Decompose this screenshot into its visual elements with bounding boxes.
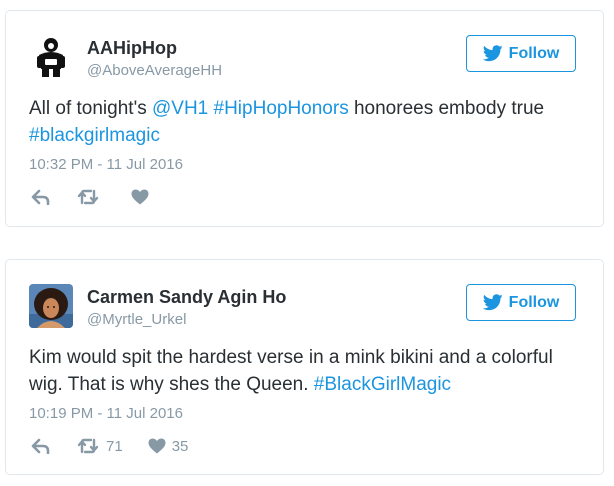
hashtag-link[interactable]: #HipHopHonors — [214, 98, 349, 119]
avatar[interactable] — [29, 284, 73, 328]
follow-label: Follow — [508, 44, 560, 62]
display-name[interactable]: AAHipHop — [87, 38, 177, 59]
like-count: 35 — [171, 437, 189, 455]
retweet-icon — [77, 438, 99, 454]
follow-button[interactable]: Follow — [466, 284, 576, 321]
twitter-bird-icon — [482, 45, 503, 62]
tweet-card: Carmen Sandy Agin Ho @Myrtle_Urkel Follo… — [5, 259, 604, 475]
username-handle[interactable]: @Myrtle_Urkel — [87, 311, 186, 328]
text-segment: Kim would spit the hardest verse in a mi… — [29, 347, 553, 395]
twitter-bird-icon — [482, 294, 503, 311]
reply-button[interactable] — [31, 438, 51, 454]
user-photo-icon — [29, 284, 73, 328]
text-segment: All of tonight's — [29, 98, 152, 119]
hashtag-link[interactable]: #BlackGirlMagic — [314, 374, 451, 395]
reply-icon — [31, 438, 50, 454]
mention-link[interactable]: @VH1 — [152, 98, 208, 119]
tweet-actions — [31, 187, 155, 207]
tweet-text: All of tonight's @VH1 #HipHopHonors hono… — [29, 95, 579, 149]
retweet-count: 71 — [106, 437, 123, 455]
follow-button[interactable]: Follow — [466, 35, 576, 72]
tweet-text: Kim would spit the hardest verse in a mi… — [29, 344, 579, 398]
tweet-card: AAHipHop @AboveAverageHH Follow All of t… — [5, 10, 604, 227]
heart-icon — [131, 189, 149, 205]
reply-icon — [31, 189, 50, 205]
heart-icon — [148, 438, 166, 454]
retweet-button[interactable]: 71 — [76, 438, 123, 455]
tweet-timestamp[interactable]: 10:19 PM - 11 Jul 2016 — [29, 405, 183, 422]
hashtag-link[interactable]: #blackgirlmagic — [29, 125, 160, 146]
like-button[interactable]: 35 — [148, 437, 189, 455]
avatar[interactable] — [29, 35, 73, 79]
gorilla-logo-icon — [29, 35, 73, 79]
retweet-icon — [77, 189, 99, 205]
display-name[interactable]: Carmen Sandy Agin Ho — [87, 287, 286, 308]
tweet-timestamp[interactable]: 10:32 PM - 11 Jul 2016 — [29, 156, 183, 173]
like-button[interactable] — [131, 189, 155, 205]
follow-label: Follow — [508, 293, 560, 311]
tweet-actions: 71 35 — [31, 436, 188, 456]
reply-button[interactable] — [31, 189, 51, 205]
retweet-button[interactable] — [76, 189, 106, 205]
username-handle[interactable]: @AboveAverageHH — [87, 62, 222, 79]
text-segment: honorees embody true — [348, 98, 545, 119]
